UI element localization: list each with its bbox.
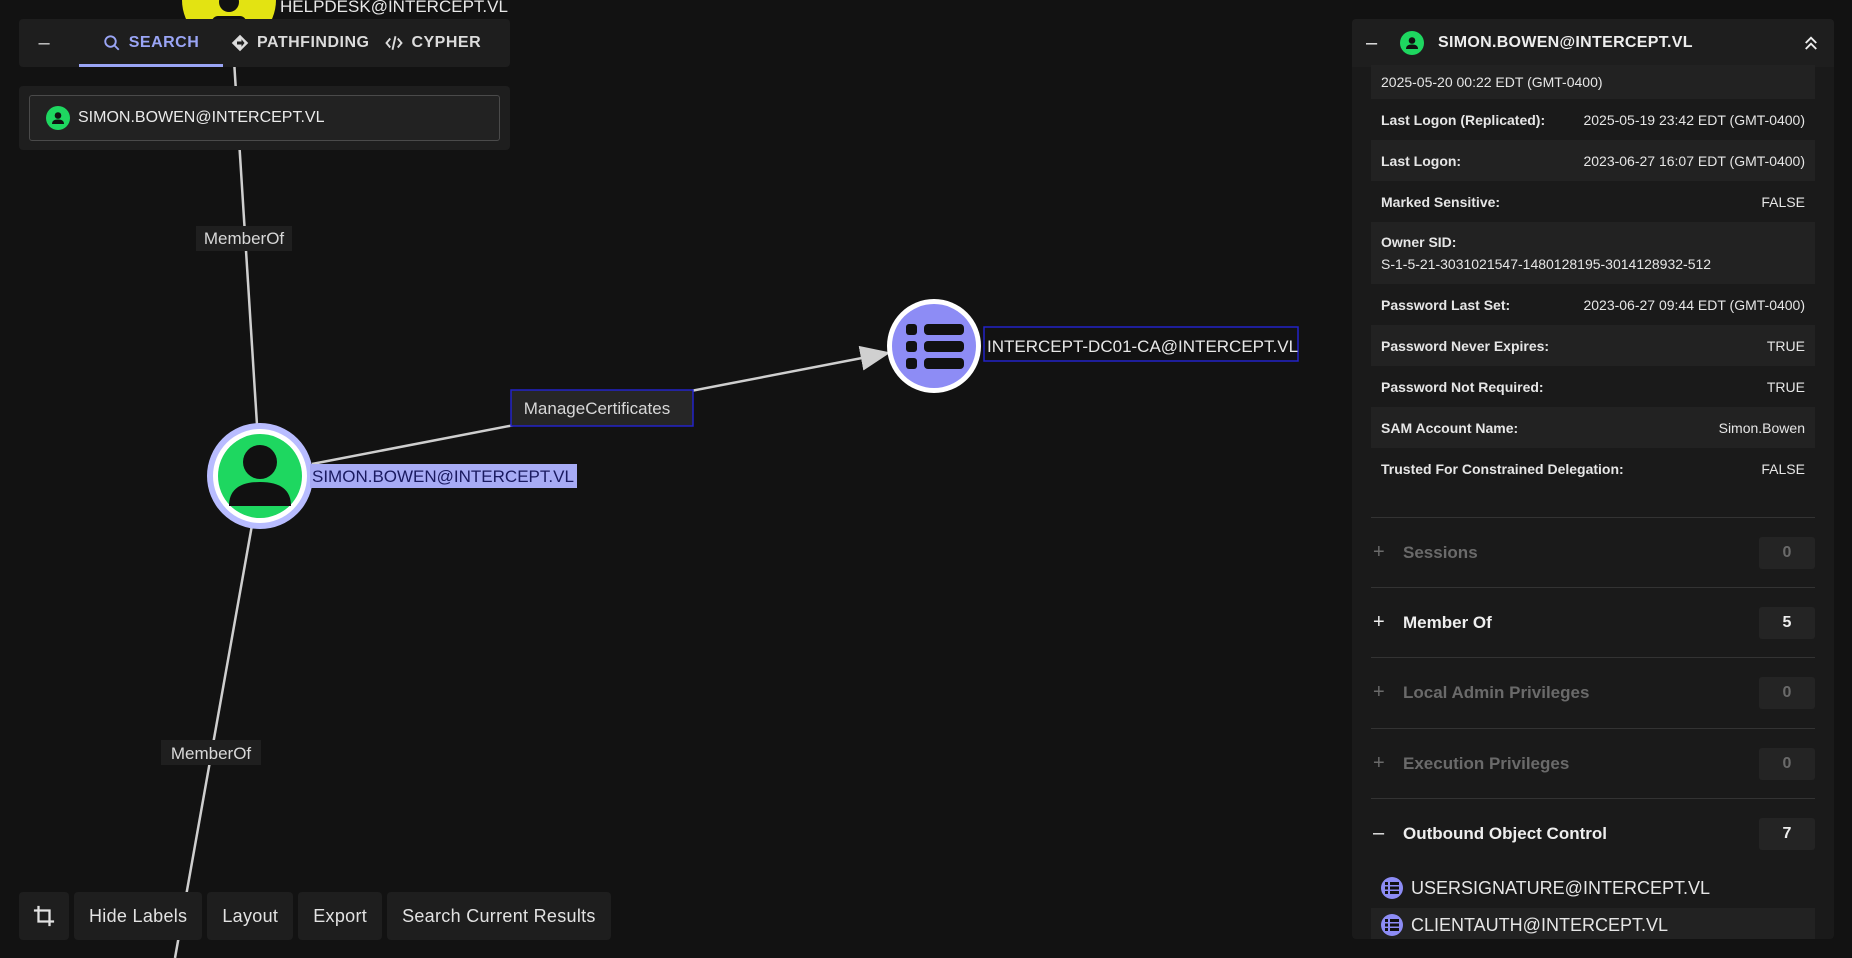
prop-label: Trusted For Constrained Delegation: [1381,460,1624,477]
prop-value: 2023-06-27 16:07 EDT (GMT-0400) [1583,152,1805,169]
prop-value: TRUE [1766,378,1805,395]
list-icon [1381,877,1403,899]
node-label-helpdesk: HELPDESK@INTERCEPT.VL [280,0,508,16]
prop-label: Last Logon (Replicated): [1381,111,1546,128]
section-local-admin[interactable]: + Local Admin Privileges 0 [1371,657,1815,727]
collapse-icon: – [1373,822,1385,844]
prop-row: Marked Sensitive: FALSE [1371,181,1815,222]
section-count: 0 [1759,536,1815,569]
section-label: Outbound Object Control [1403,823,1607,843]
prop-row: Last Logon: 2023-06-27 16:07 EDT (GMT-04… [1371,140,1815,181]
section-label: Member Of [1403,612,1492,632]
prop-label: Marked Sensitive: [1381,193,1501,210]
list-icon [906,324,964,369]
ca-node[interactable]: INTERCEPT-DC01-CA@INTERCEPT.VL [887,299,1299,393]
prop-label: Last Logon: [1381,152,1462,169]
search-input[interactable]: SIMON.BOWEN@INTERCEPT.VL [29,95,500,141]
expand-icon: + [1373,541,1385,563]
collapse-search-button[interactable]: – [19,19,69,67]
export-button[interactable]: Export [298,892,383,940]
prop-value: S-1-5-21-3031021547-1480128195-301412893… [1381,256,1712,272]
prop-row: Password Last Set: 2023-06-27 09:44 EDT … [1371,284,1815,325]
prop-row: Password Not Required: TRUE [1371,366,1815,407]
node-label-ca: INTERCEPT-DC01-CA@INTERCEPT.VL [987,337,1298,356]
edge-label-memberof-top: MemberOf [196,226,292,251]
tab-search-label: SEARCH [128,34,200,51]
expand-icon: + [1373,752,1385,774]
section-label: Sessions [1403,542,1478,562]
svg-text:MemberOf: MemberOf [171,744,252,763]
prop-row: SAM Account Name: Simon.Bowen [1371,407,1815,448]
section-execution-privileges[interactable]: + Execution Privileges 0 [1371,728,1815,798]
edge-label-memberof-bottom: MemberOf [161,740,261,765]
tab-pathfinding[interactable]: PATHFINDING [223,19,377,67]
svg-text:MemberOf: MemberOf [204,229,285,248]
list-icon [1381,914,1403,936]
section-outbound-object-control[interactable]: – Outbound Object Control 7 [1371,798,1815,868]
search-icon [104,35,120,51]
entity-details-panel: – SIMON.BOWEN@INTERCEPT.VL 2025-05-20 00… [1352,19,1834,939]
list-item[interactable]: CLIENTAUTH@INTERCEPT.VL [1371,908,1815,939]
prop-row-top: 2025-05-20 00:22 EDT (GMT-0400) [1371,65,1815,99]
list-item[interactable]: USERSIGNATURE@INTERCEPT.VL [1371,871,1815,905]
collapse-details-button[interactable]: – [1366,32,1386,55]
details-body[interactable]: 2025-05-20 00:22 EDT (GMT-0400) Last Log… [1352,65,1834,939]
tab-pathfinding-label: PATHFINDING [257,34,370,51]
expand-icon: + [1373,681,1385,703]
details-title: SIMON.BOWEN@INTERCEPT.VL [1438,34,1693,51]
prop-label: Owner SID: [1381,234,1457,250]
crop-icon [33,905,55,927]
prop-value: 2025-05-20 00:22 EDT (GMT-0400) [1381,74,1603,90]
section-sessions[interactable]: + Sessions 0 [1371,517,1815,587]
prop-value: 2023-06-27 09:44 EDT (GMT-0400) [1583,296,1805,313]
search-input-value: SIMON.BOWEN@INTERCEPT.VL [78,109,325,126]
hide-labels-button[interactable]: Hide Labels [74,892,203,940]
prop-value: Simon.Bowen [1718,419,1805,436]
diamond-route-icon [231,34,249,52]
layout-button[interactable]: Layout [207,892,294,940]
code-icon [385,36,404,50]
section-count: 0 [1759,747,1815,780]
section-member-of[interactable]: + Member Of 5 [1371,587,1815,657]
list-item-label: CLIENTAUTH@INTERCEPT.VL [1411,914,1668,935]
section-count: 5 [1759,606,1815,639]
user-icon [1400,31,1424,55]
prop-label: Password Never Expires: [1381,337,1550,354]
graph-toolbar: Hide Labels Layout Export Search Current… [19,892,611,940]
user-node-simon-bowen[interactable]: SIMON.BOWEN@INTERCEPT.VL [207,423,577,529]
edge-label-manage-certificates: ManageCertificates [510,389,694,427]
section-count: 0 [1759,676,1815,709]
prop-value: FALSE [1761,460,1805,477]
tab-cypher[interactable]: CYPHER [377,19,489,67]
chevron-double-up-icon[interactable] [1802,34,1820,52]
section-label: Local Admin Privileges [1403,682,1590,702]
expand-icon: + [1373,611,1385,633]
prop-row: Last Logon (Replicated): 2025-05-19 23:4… [1371,99,1815,140]
details-header: – SIMON.BOWEN@INTERCEPT.VL [1352,19,1834,67]
search-panel: – SEARCH PATHFINDING CYPHER [19,19,510,67]
tab-search[interactable]: SEARCH [79,19,223,67]
section-label: Execution Privileges [1403,753,1570,773]
search-box-container: SIMON.BOWEN@INTERCEPT.VL [19,86,510,150]
crop-button[interactable] [19,892,69,940]
prop-label: SAM Account Name: [1381,419,1519,436]
prop-row: Owner SID: S-1-5-21-3031021547-148012819… [1371,222,1815,284]
list-item-label: USERSIGNATURE@INTERCEPT.VL [1411,877,1710,898]
prop-label: Password Last Set: [1381,296,1511,313]
prop-value: TRUE [1766,337,1805,354]
prop-value: 2025-05-19 23:42 EDT (GMT-0400) [1583,111,1805,128]
search-current-results-button[interactable]: Search Current Results [387,892,611,940]
prop-value: FALSE [1761,193,1805,210]
svg-text:ManageCertificates: ManageCertificates [524,399,670,418]
prop-row: Trusted For Constrained Delegation: FALS… [1371,448,1815,489]
user-icon [46,106,70,130]
node-label-user: SIMON.BOWEN@INTERCEPT.VL [312,467,574,486]
prop-label: Password Not Required: [1381,378,1544,395]
tab-cypher-label: CYPHER [411,34,482,51]
prop-row: Password Never Expires: TRUE [1371,325,1815,366]
section-count: 7 [1759,817,1815,850]
